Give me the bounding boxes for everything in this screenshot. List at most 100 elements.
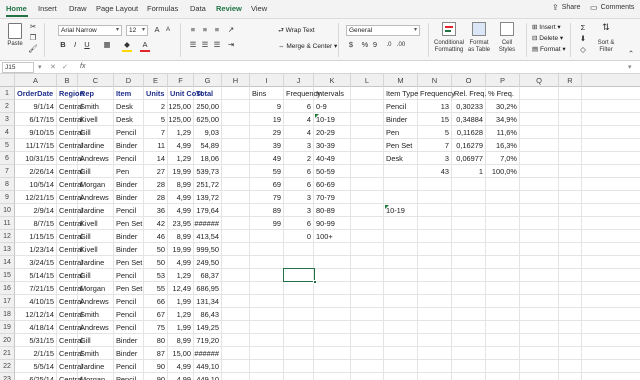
- unit-cost-cell[interactable]: 4,99: [168, 256, 191, 269]
- item-type-cell[interactable]: Binder: [386, 113, 407, 126]
- total-cell[interactable]: 179,64: [194, 204, 219, 217]
- tab-data[interactable]: Data: [190, 4, 206, 13]
- item-cell[interactable]: Binder: [116, 178, 137, 191]
- item-type-header[interactable]: Item Type: [386, 87, 418, 100]
- selected-cell[interactable]: [283, 268, 317, 284]
- order-date-cell[interactable]: 1/23/14: [15, 243, 54, 256]
- rep-cell[interactable]: Jardine: [80, 139, 104, 152]
- item-type-cell[interactable]: Pen: [386, 126, 399, 139]
- row-header-22[interactable]: 22: [0, 360, 15, 373]
- column-header-f[interactable]: F: [168, 74, 194, 87]
- align-top-icon[interactable]: ≡: [188, 25, 198, 35]
- frequency-cell[interactable]: 2: [284, 152, 311, 165]
- currency-icon[interactable]: $: [346, 40, 356, 50]
- row-header-5[interactable]: 5: [0, 139, 15, 152]
- item-frequency-cell[interactable]: 15: [418, 113, 449, 126]
- units-cell[interactable]: 42: [144, 217, 165, 230]
- unit-cost-cell[interactable]: 4,99: [168, 360, 191, 373]
- cell-styles-icon[interactable]: [500, 22, 514, 36]
- confirm-entry-icon[interactable]: ✓: [62, 63, 68, 71]
- item-cell[interactable]: Pencil: [116, 269, 136, 282]
- tab-page-layout[interactable]: Page Layout: [96, 4, 138, 13]
- total-cell[interactable]: 249,50: [194, 256, 219, 269]
- total-cell[interactable]: ######: [194, 217, 219, 230]
- unit-cost-cell[interactable]: 8,99: [168, 230, 191, 243]
- pct-freq-cell[interactable]: 7,0%: [486, 152, 517, 165]
- align-center-icon[interactable]: ☰: [200, 40, 210, 50]
- unit-cost-cell[interactable]: 1,29: [168, 269, 191, 282]
- total-cell[interactable]: 18,06: [194, 152, 220, 165]
- row-header-14[interactable]: 14: [0, 256, 15, 269]
- rep-cell[interactable]: Jardine: [80, 360, 104, 373]
- rep-cell[interactable]: Andrews: [80, 152, 109, 165]
- rep-cell[interactable]: Gill: [80, 230, 91, 243]
- rep-cell[interactable]: Gill: [80, 126, 91, 139]
- interval-cell[interactable]: 60-69: [316, 178, 335, 191]
- sort-filter-label[interactable]: Sort & Filter: [594, 40, 618, 54]
- total-cell[interactable]: 68,37: [194, 269, 220, 282]
- unit-cost-cell[interactable]: 8,99: [168, 178, 191, 191]
- total-cell[interactable]: 86,43: [194, 308, 220, 321]
- column-header-d[interactable]: D: [114, 74, 144, 87]
- rep-cell[interactable]: Andrews: [80, 321, 109, 334]
- rep-cell[interactable]: Morgan: [80, 178, 105, 191]
- column-header-g[interactable]: G: [194, 74, 222, 87]
- item-cell[interactable]: Pen Set: [116, 217, 142, 230]
- row-header-12[interactable]: 12: [0, 230, 15, 243]
- pct-freq-cell[interactable]: 30,2%: [486, 100, 517, 113]
- comma-style-icon[interactable]: 9: [370, 40, 380, 50]
- column-header-b[interactable]: B: [57, 74, 78, 87]
- item-frequency-cell[interactable]: 5: [418, 126, 449, 139]
- row-header-18[interactable]: 18: [0, 308, 15, 321]
- row-header-16[interactable]: 16: [0, 282, 15, 295]
- item-cell[interactable]: Pencil: [116, 204, 136, 217]
- total-cell[interactable]: 250,00: [194, 100, 219, 113]
- total-cell[interactable]: 9,03: [194, 126, 219, 139]
- decrease-font-icon[interactable]: A: [163, 25, 173, 35]
- rep-cell[interactable]: Smith: [80, 308, 99, 321]
- tab-review[interactable]: Review: [216, 4, 242, 13]
- orientation-icon[interactable]: ↗: [226, 25, 236, 35]
- total-cell[interactable]: 251,72: [194, 178, 219, 191]
- column-header-i[interactable]: I: [250, 74, 284, 87]
- row-header-11[interactable]: 11: [0, 217, 15, 230]
- name-box-chevron-icon[interactable]: ▾: [38, 63, 42, 71]
- item-cell[interactable]: Binder: [116, 191, 137, 204]
- order-date-cell[interactable]: 9/10/15: [15, 126, 54, 139]
- fill-color-icon[interactable]: ◆: [122, 40, 132, 50]
- item-cell[interactable]: Binder: [116, 243, 137, 256]
- autosum-icon[interactable]: Σ: [578, 23, 588, 33]
- bold-icon[interactable]: B: [58, 40, 68, 50]
- comments-button[interactable]: ▭ Comments: [590, 3, 634, 12]
- rel-freq-total[interactable]: 1: [452, 165, 483, 178]
- increase-decimal-icon[interactable]: .0: [384, 40, 394, 50]
- item-cell[interactable]: Desk: [116, 113, 133, 126]
- item-cell[interactable]: Binder: [116, 230, 137, 243]
- unit-cost-cell[interactable]: 4,99: [168, 191, 191, 204]
- rep-cell[interactable]: Kivell: [80, 243, 98, 256]
- header-units[interactable]: Units: [146, 87, 164, 100]
- interval-cell[interactable]: 70-79: [316, 191, 335, 204]
- format-as-table-label[interactable]: Format as Table: [465, 40, 493, 54]
- frequency-cell[interactable]: 6: [284, 217, 311, 230]
- clear-icon[interactable]: ◇: [578, 45, 588, 55]
- units-cell[interactable]: 66: [144, 295, 165, 308]
- unit-cost-cell[interactable]: 8,99: [168, 334, 191, 347]
- rep-cell[interactable]: Kivell: [80, 217, 98, 230]
- row-header-15[interactable]: 15: [0, 269, 15, 282]
- order-date-cell[interactable]: 12/12/14: [15, 308, 54, 321]
- order-date-cell[interactable]: 10/31/15: [15, 152, 54, 165]
- units-cell[interactable]: 28: [144, 191, 165, 204]
- frequency-cell[interactable]: 6: [284, 178, 311, 191]
- order-date-cell[interactable]: 3/24/15: [15, 256, 54, 269]
- header-item[interactable]: Item: [116, 87, 131, 100]
- copy-icon[interactable]: ❐: [28, 33, 38, 43]
- pct-freq-cell[interactable]: 34,9%: [486, 113, 517, 126]
- indent-icon[interactable]: ⇥: [226, 40, 236, 50]
- units-cell[interactable]: 2: [144, 100, 165, 113]
- units-cell[interactable]: 75: [144, 321, 165, 334]
- interval-cell[interactable]: 90-99: [316, 217, 335, 230]
- units-cell[interactable]: 36: [144, 204, 165, 217]
- cut-icon[interactable]: ✂: [28, 22, 38, 32]
- font-size-dropdown[interactable]: 12 ▾: [126, 25, 148, 36]
